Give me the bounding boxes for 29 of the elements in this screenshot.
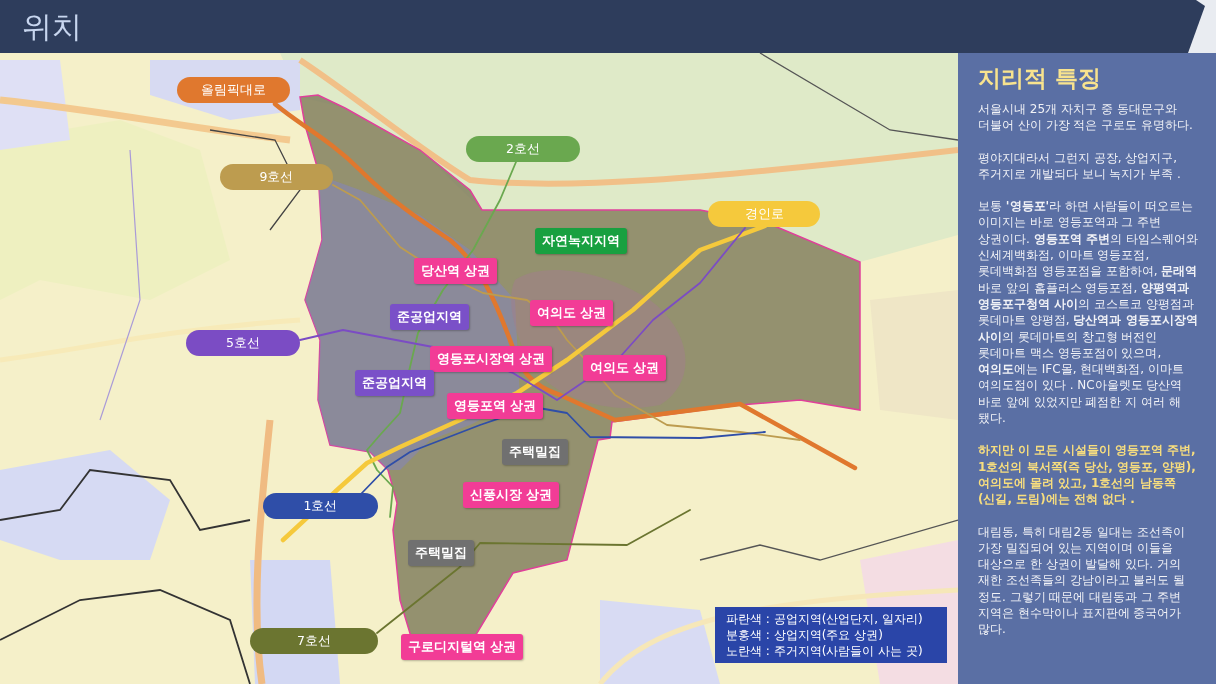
area-label: 영등포시장역 상권 [430,346,553,372]
area-label: 주택밀집 [408,540,474,566]
area-label: 주택밀집 [502,439,568,465]
area-label: 여의도 상권 [583,355,667,381]
legend-item: 노란색 : 주거지역(사람들이 사는 곳) [726,643,924,659]
panel-title: 지리적 특징 [978,64,1101,93]
area-label: 영등포역 상권 [447,393,544,419]
area-label: 여의도 상권 [530,300,614,326]
paragraph: 하지만 이 모든 시설들이 영등포역 주변, 1호선의 북서쪽(즉 당산, 영등포, 양평), 여의도에 몰려 있고, 1호선의 남동쪽(신길, 도림)에는 전혀 없다 . [978,442,1197,508]
line-label: 7호선 [250,628,378,654]
area-label: 자연녹지지역 [535,228,627,254]
paragraph: 보통 '영등포'라 하면 사람들이 떠오르는 이미지는 바로 영등포역과 그 주변 상권이다. 영등포역 주변의 타임스퀘어와 신세계백화점, 이마트 영등포점, 롯데백화점 영등포점을 포함하여, 문래역 바로 앞의 홈플러스 영등포점, 양평역과 영등포구청역 사이의 코스트코 양평점과 롯데마트 양평점, 당산역과 영등포시장역 사이의 롯데마트의 창고형 버전인 롯데마트 맥스 영등포점이 있으며, 여의도에는 IFC몰, 현대백화점, 이마트 여의도점이 있다 . NC아울렛도 당산역 바로 앞에 있었지만 폐점한 지 여러 해 됐다. [978,198,1199,427]
area-label: 준공업지역 [390,304,469,330]
legend-item: 파란색 : 공업지역(산업단지, 일자리) [726,611,924,627]
area-label: 준공업지역 [355,370,434,396]
paragraph: 대림동, 특히 대림2동 일대는 조선족이 가장 밀집되어 있는 지역이며 이들을 대상으로 한 상권이 발달해 있다. 거의 재한 조선족들의 강남이라고 불러도 될 정도. 그렇기 때문에 대림동과 그 주변 지역은 현수막이나 표지판에 중국어가 많다. [978,523,1187,638]
area-label: 신풍시장 상권 [463,482,560,508]
page-title: 위치 [22,8,82,45]
line-label: 2호선 [466,136,580,162]
line-label: 5호선 [186,330,300,356]
line-label: 9호선 [220,164,333,190]
line-label: 1호선 [263,493,378,519]
area-label: 구로디지털역 상권 [401,634,524,660]
area-label: 당산역 상권 [414,258,498,284]
paragraph: 서울시내 25개 자치구 중 동대문구와 더불어 산이 가장 적은 구로도 유명하다. [978,101,1194,134]
line-label: 올림픽대로 [177,77,290,103]
line-label: 경인로 [708,201,820,227]
legend-item: 분홍색 : 상업지역(주요 상권) [726,627,884,643]
paragraph: 평야지대라서 그런지 공장, 상업지구, 주거지로 개발되다 보니 녹지가 부족 . [978,149,1182,183]
